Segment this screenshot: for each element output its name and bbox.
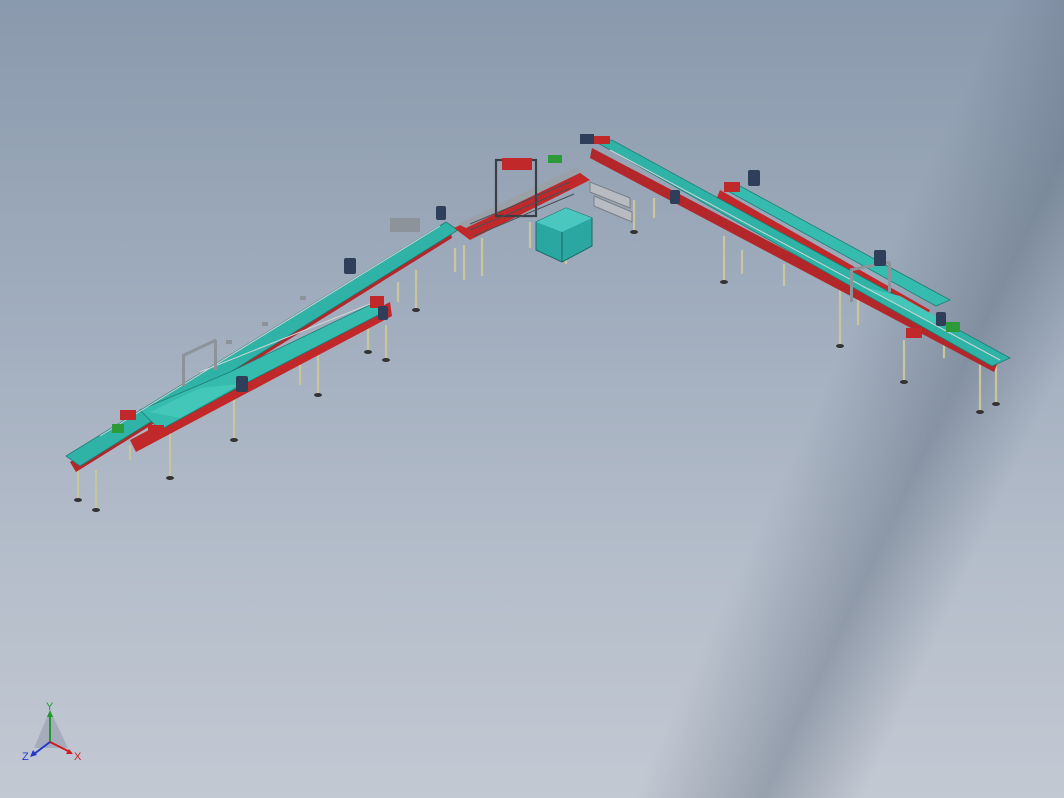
- right-conveyor-arm: [590, 136, 1011, 414]
- cad-viewport[interactable]: Y X Z: [0, 0, 1064, 798]
- left-conveyor-arm: [65, 206, 459, 512]
- triad-z-label: Z: [22, 751, 29, 763]
- axis-triad: Y X Z: [22, 701, 82, 763]
- triad-y-label: Y: [46, 701, 54, 713]
- triad-x-label: X: [74, 751, 82, 763]
- conveyor-model[interactable]: [0, 0, 1064, 798]
